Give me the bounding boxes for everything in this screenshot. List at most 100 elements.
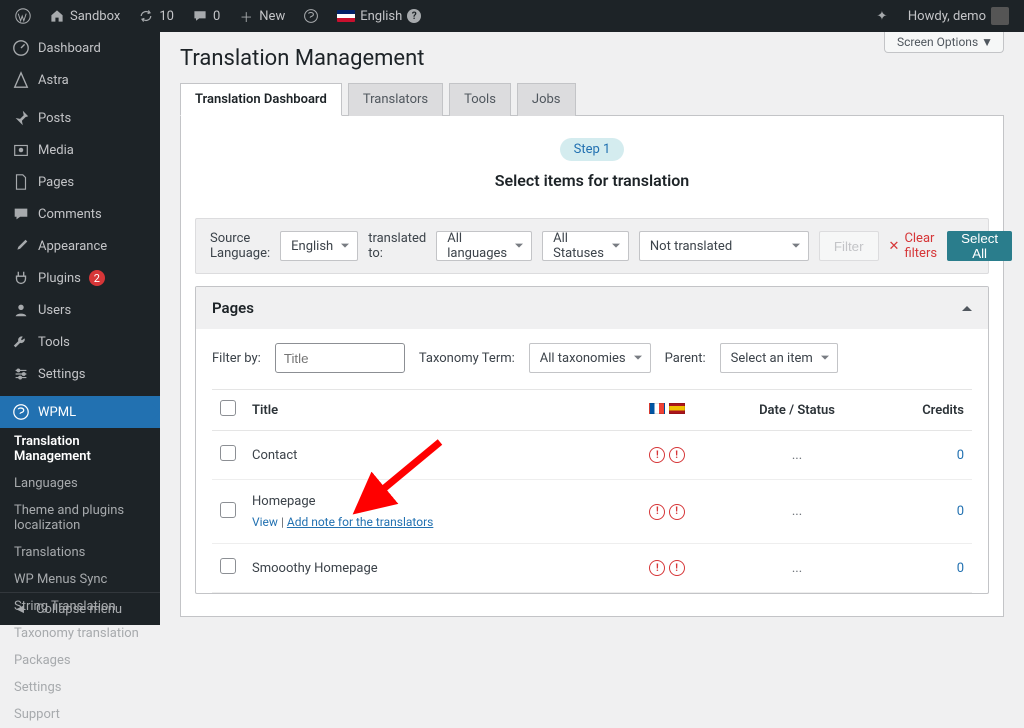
admin-bar: Sandbox 10 0 ＋New English? ✦ Howdy, demo: [0, 0, 1024, 32]
translated-to-select[interactable]: All languages: [436, 231, 532, 261]
taxonomy-label: Taxonomy Term:: [419, 351, 515, 366]
source-lang-label: Source Language:: [210, 231, 270, 261]
avatar-icon: [991, 7, 1009, 25]
status-select[interactable]: All Statuses: [542, 231, 629, 261]
wpml-adminbar[interactable]: [296, 0, 326, 32]
wp-logo[interactable]: [8, 0, 38, 32]
sidebar-item-pages[interactable]: Pages: [0, 166, 160, 198]
title-filter-input[interactable]: [275, 343, 405, 373]
flag-es-icon: [669, 403, 685, 414]
flag-uk-icon: [337, 10, 355, 22]
source-lang-select[interactable]: English: [280, 231, 358, 261]
sidebar-sub-theme-and-plugins-localization[interactable]: Theme and plugins localization: [0, 497, 160, 539]
tab-translators[interactable]: Translators: [348, 83, 443, 116]
pages-table: Title Date / Status Credits Contact! !..…: [212, 389, 972, 593]
page-icon: [12, 173, 30, 191]
sidebar-item-users[interactable]: Users: [0, 294, 160, 326]
wpml-icon: [12, 403, 30, 421]
sidebar-item-astra[interactable]: Astra: [0, 64, 160, 96]
tab-tools[interactable]: Tools: [449, 83, 511, 116]
credits-link[interactable]: 0: [957, 504, 964, 519]
credits-link[interactable]: 0: [957, 448, 964, 463]
step-title: Select items for translation: [195, 171, 989, 190]
tools-icon: [12, 333, 30, 351]
clear-filters[interactable]: ✕Clear filters: [889, 231, 938, 261]
new-content[interactable]: ＋New: [231, 0, 292, 32]
home-icon: [49, 8, 65, 24]
updates[interactable]: 10: [131, 0, 181, 32]
sidebar-sub-translations[interactable]: Translations: [0, 539, 160, 566]
section-title: Pages: [212, 299, 254, 317]
dashboard-icon: [12, 39, 30, 57]
col-languages: [622, 390, 712, 431]
needs-update-icon[interactable]: !: [649, 504, 665, 520]
sidebar-item-media[interactable]: Media: [0, 134, 160, 166]
screen-options-toggle[interactable]: Screen Options ▼: [884, 32, 1004, 53]
needs-update-icon[interactable]: !: [669, 560, 685, 576]
step-badge: Step 1: [560, 138, 625, 161]
sidebar-item-wpml[interactable]: WPML: [0, 396, 160, 428]
sidebar-sub-packages[interactable]: Packages: [0, 647, 160, 674]
row-checkbox[interactable]: [220, 558, 236, 574]
site-link[interactable]: Sandbox: [42, 0, 127, 32]
comment-icon: [192, 8, 208, 24]
astra-icon: [12, 71, 30, 89]
pages-section: Pages Filter by: Taxonomy Term: All taxo…: [195, 286, 989, 594]
col-title[interactable]: Title: [244, 390, 622, 431]
credits-link[interactable]: 0: [957, 561, 964, 576]
taxonomy-select[interactable]: All taxonomies: [529, 343, 651, 373]
settings-icon: [12, 365, 30, 383]
ai-assist[interactable]: ✦: [867, 0, 897, 32]
wordpress-icon: [15, 8, 31, 24]
brush-icon: [12, 237, 30, 255]
translated-filter-select[interactable]: Not translated: [639, 231, 809, 261]
pin-icon: [12, 109, 30, 127]
plugin-icon: [12, 269, 30, 287]
collapse-menu[interactable]: ◄ Collapse menu: [0, 592, 160, 625]
table-row: HomepageView | Add note for the translat…: [212, 480, 972, 544]
row-checkbox[interactable]: [220, 445, 236, 461]
table-row: Smooothy Homepage! !...0: [212, 544, 972, 593]
needs-update-icon[interactable]: !: [669, 447, 685, 463]
sidebar-sub-settings[interactable]: Settings: [0, 674, 160, 701]
filter-button[interactable]: Filter: [819, 231, 879, 261]
sidebar-item-posts[interactable]: Posts: [0, 102, 160, 134]
sidebar-item-comments[interactable]: Comments: [0, 198, 160, 230]
comments-count[interactable]: 0: [185, 0, 227, 32]
sidebar-sub-languages[interactable]: Languages: [0, 470, 160, 497]
sidebar-sub-wp-menus-sync[interactable]: WP Menus Sync: [0, 566, 160, 593]
select-all-checkbox[interactable]: [220, 400, 236, 416]
tab-translation-dashboard[interactable]: Translation Dashboard: [180, 83, 342, 116]
row-checkbox[interactable]: [220, 502, 236, 518]
plus-icon: ＋: [238, 8, 254, 24]
filter-by-label: Filter by:: [212, 351, 261, 366]
col-date: Date / Status: [712, 390, 882, 431]
user-icon: [12, 301, 30, 319]
needs-update-icon[interactable]: !: [669, 504, 685, 520]
collapse-icon: ◄: [12, 601, 28, 617]
chevron-up-icon[interactable]: [962, 299, 972, 317]
sidebar-sub-support[interactable]: Support: [0, 701, 160, 728]
account[interactable]: Howdy, demo: [901, 0, 1016, 32]
sidebar-item-tools[interactable]: Tools: [0, 326, 160, 358]
language-switcher[interactable]: English?: [330, 0, 428, 32]
view-link[interactable]: View: [252, 515, 278, 529]
global-filter-bar: Source Language: English translated to: …: [195, 218, 989, 274]
x-icon: ✕: [889, 239, 900, 254]
sidebar-item-settings[interactable]: Settings: [0, 358, 160, 390]
sidebar-sub-translation-management[interactable]: Translation Management: [0, 428, 160, 470]
sidebar-item-plugins[interactable]: Plugins2: [0, 262, 160, 294]
needs-update-icon[interactable]: !: [649, 447, 665, 463]
sidebar-item-dashboard[interactable]: Dashboard: [0, 32, 160, 64]
media-icon: [12, 141, 30, 159]
needs-update-icon[interactable]: !: [649, 560, 665, 576]
admin-sidebar: DashboardAstra PostsMediaPagesCommentsApp…: [0, 32, 160, 625]
tm-tabs: Translation DashboardTranslatorsToolsJob…: [180, 83, 1004, 116]
update-badge: 2: [89, 270, 105, 286]
select-all-button[interactable]: Select All: [947, 231, 1012, 261]
tab-jobs[interactable]: Jobs: [517, 83, 576, 116]
sidebar-item-appearance[interactable]: Appearance: [0, 230, 160, 262]
parent-select[interactable]: Select an item: [720, 343, 838, 373]
add-note-link[interactable]: Add note for the translators: [287, 515, 433, 529]
translated-to-label: translated to:: [368, 231, 426, 261]
